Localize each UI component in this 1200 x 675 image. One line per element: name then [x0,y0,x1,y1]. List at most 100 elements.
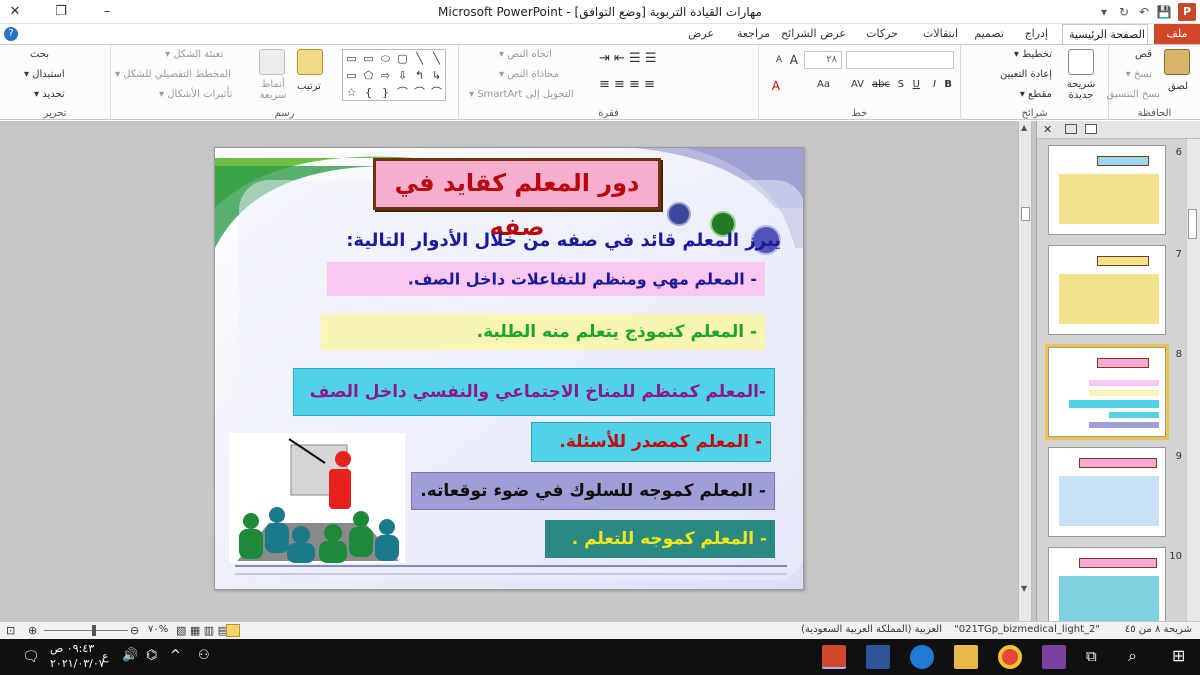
slide-thumbnail-9[interactable] [1048,447,1166,537]
zoom-in-icon[interactable]: ⊕ [28,624,37,637]
font-size-input[interactable]: ٢٨ [804,51,842,69]
normal-view-icon[interactable] [226,624,240,637]
powerpoint-taskbar-icon[interactable] [822,645,846,669]
tab-insert[interactable]: إدراج [1019,24,1054,44]
shape-item[interactable]: { [360,84,377,101]
align-text-button[interactable]: محاذاة النص ▾ [499,69,559,80]
strikethrough-button[interactable]: abc [872,79,890,90]
slide-item-2[interactable]: - المعلم كنموذج يتعلم منه الطلبة. [321,314,765,350]
archive-app-icon[interactable] [1042,645,1066,669]
align-icons[interactable]: ≡ ≡ ≡ ≡ [599,77,655,92]
quick-styles-icon[interactable] [259,49,285,75]
arrange-icon[interactable] [297,49,323,75]
slide-item-5[interactable]: - المعلم كموجه للسلوك في ضوء توقعاته. [411,472,775,510]
shape-item[interactable]: ⇩ [394,67,411,84]
network-icon[interactable]: ⌬ [146,648,157,663]
change-case-button[interactable]: Aa [817,79,830,90]
slide-item-3[interactable]: -المعلم كمنظم للمناخ الاجتماعي والنفسي د… [293,368,775,416]
slide-item-1[interactable]: - المعلم مهي ومنظم للتفاعلات داخل الصف. [327,262,765,296]
start-windows-icon[interactable]: ⊞ [1172,646,1185,665]
tab-animations[interactable]: حركات [860,24,904,44]
shape-item[interactable]: ⬠ [360,67,377,84]
paste-icon[interactable] [1164,49,1190,75]
tab-review[interactable]: مراجعة [731,24,776,44]
zoom-out-icon[interactable]: ⊖ [130,624,139,637]
chrome-taskbar-icon[interactable] [998,645,1022,669]
outline-tab-icon[interactable] [1085,124,1097,134]
paste-button[interactable]: لصق [1168,81,1188,92]
language-indicator[interactable]: العربية (المملكة العربية السعودية) [801,624,942,635]
undo-icon[interactable]: ↶ [1134,2,1154,22]
taskbar-date[interactable]: ٢٠٢١/٠٣/٠٧ [50,657,105,670]
shape-item[interactable]: ▢ [394,50,411,67]
slide-thumbnail-8[interactable] [1045,344,1169,440]
file-explorer-icon[interactable] [954,645,978,669]
layout-button[interactable]: تخطيط ▾ [1014,49,1052,60]
bold-button[interactable]: B [944,79,952,90]
edge-taskbar-icon[interactable] [910,645,934,669]
shadow-button[interactable]: S [898,79,904,90]
italic-button[interactable]: I [933,79,936,90]
slide-canvas[interactable]: دور المعلم كقايد في صفه يبرز المعلم قائد… [214,147,804,590]
find-button[interactable]: بحث [30,49,49,60]
shape-item[interactable]: ↳ [428,67,445,84]
tab-view[interactable]: عرض [682,24,720,44]
taskbar-time[interactable]: ٠٩:٤٣ ص [50,642,94,655]
replace-button[interactable]: استبدال ▾ [24,69,65,80]
scroll-up-icon[interactable]: ▲ [1021,123,1027,132]
tab-file[interactable]: ملف [1154,24,1200,44]
new-slide-icon[interactable] [1068,49,1094,75]
smartart-button[interactable]: التحويل إلى SmartArt ▾ [469,89,574,100]
shape-outline-button[interactable]: المخطط التفصيلي للشكل ▾ [115,69,231,80]
slide-thumbnail-7[interactable] [1048,245,1166,335]
tab-design[interactable]: تصميم [968,24,1010,44]
people-icon[interactable]: ⚇ [198,648,210,663]
shrink-font-button[interactable]: A [776,55,782,65]
task-view-icon[interactable]: ⧉ [1086,647,1097,665]
slide-title[interactable]: دور المعلم كقايد في صفه [373,158,661,241]
new-slide-button[interactable]: شريحة جديدة [1060,79,1102,101]
bullets-icon[interactable]: ☰ ☰ ⇤ ⇥ [599,51,657,66]
shape-item[interactable]: ☆ [343,84,360,101]
arrange-button[interactable]: ترتيب [297,81,321,92]
help-icon[interactable]: ? [4,27,18,41]
cut-button[interactable]: قص [1135,49,1152,60]
fit-slide-icon[interactable]: ⊡ [6,624,15,637]
tab-transitions[interactable]: انتقالات [917,24,964,44]
zoom-level[interactable]: %٧٠ [148,624,168,635]
slide-thumbnail-6[interactable] [1048,145,1166,235]
shape-item[interactable]: ▭ [360,50,377,67]
shape-fill-button[interactable]: تعبئة الشكل ▾ [165,49,223,60]
restore-button[interactable]: ❐ [46,0,76,24]
shape-effects-button[interactable]: تأثيرات الأشكال ▾ [159,89,232,100]
notification-icon[interactable]: 🗨 [22,649,40,665]
qat-more-icon[interactable]: ▾ [1094,2,1114,22]
view-buttons[interactable]: ▤ ▥ ▦ ▧ [176,624,228,637]
classroom-clipart[interactable] [229,433,405,563]
shape-item[interactable]: ╲ [411,50,428,67]
volume-icon[interactable]: 🔊 [122,648,138,663]
search-icon[interactable]: ⌕ [1128,646,1137,666]
slide-item-4[interactable]: - المعلم كمصدر للأسئلة. [531,422,771,462]
shape-item[interactable]: ⇨ [377,67,394,84]
shape-item[interactable]: ⌒ [428,84,445,101]
quick-styles-button[interactable]: أنماط سريعة [255,79,291,101]
chevron-up-icon[interactable]: ^ [170,648,181,663]
close-button[interactable]: ✕ [0,0,30,24]
shape-item[interactable]: ▭ [343,67,360,84]
shape-item[interactable]: ▭ [343,50,360,67]
shape-item[interactable]: ⬭ [377,50,394,67]
select-button[interactable]: تحديد ▾ [34,89,65,100]
scroll-thumb[interactable] [1021,207,1030,221]
char-spacing-button[interactable]: AV [851,79,864,90]
section-button[interactable]: مقطع ▾ [1020,89,1052,100]
scroll-down-icon[interactable]: ▼ [1021,584,1027,593]
slide-intro-text[interactable]: يبرز المعلم قائد في صفه من خلال الأدوار … [346,230,781,251]
font-name-input[interactable] [846,51,954,69]
tab-home[interactable]: الصفحة الرئيسية [1062,24,1148,44]
shape-item[interactable]: ⌒ [394,84,411,101]
thumbnails-scroll-thumb[interactable] [1188,209,1197,239]
underline-button[interactable]: U [913,79,920,90]
save-icon[interactable]: 💾 [1154,2,1174,22]
redo-icon[interactable]: ↻ [1114,2,1134,22]
